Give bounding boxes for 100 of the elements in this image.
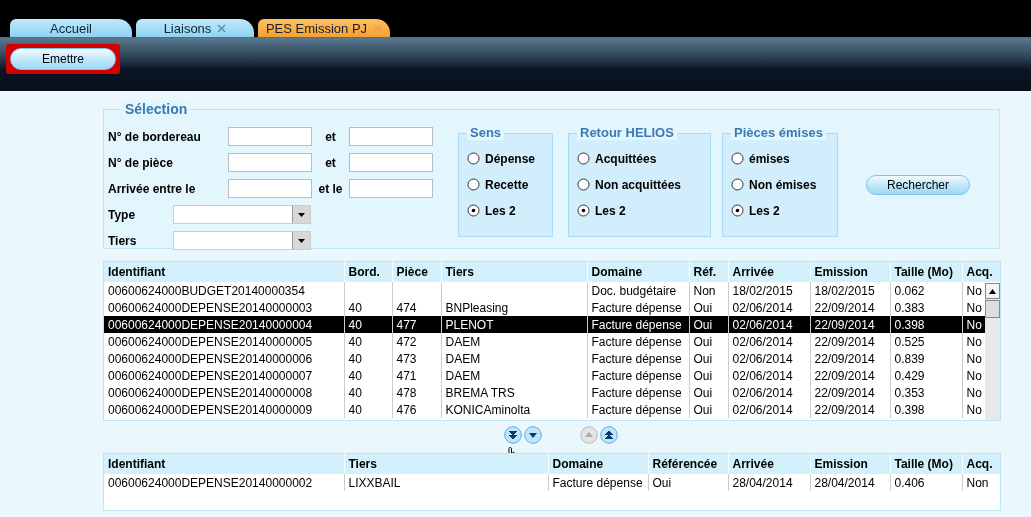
column-header[interactable]: Identifiant [104, 262, 344, 282]
close-icon[interactable] [217, 23, 227, 33]
table-cell: 00600624000DEPENSE20140000005 [108, 334, 313, 349]
radio-label[interactable]: Acquittées [595, 151, 657, 166]
table-cell: 0.398 [894, 402, 925, 417]
table-cell: 40 [348, 300, 362, 315]
input-field[interactable] [349, 179, 433, 198]
column-header[interactable]: Acq. [962, 262, 1000, 282]
column-header[interactable]: Référencée [648, 454, 728, 474]
table-cell: 0.353 [894, 385, 925, 400]
up-arrow-button[interactable] [600, 426, 618, 444]
table-cell: 474 [396, 300, 417, 315]
table-cell: Facture dépense [591, 351, 682, 366]
search-button[interactable]: Rechercher [866, 175, 970, 195]
table-cell: 18/02/2015 [732, 283, 793, 298]
radio-label[interactable]: Dépense [485, 151, 536, 166]
table-cell: 40 [348, 402, 362, 417]
column-header[interactable]: Emission [810, 262, 890, 282]
radio-button[interactable] [731, 204, 744, 217]
radio-button[interactable] [467, 152, 480, 165]
column-header[interactable]: Réf. [689, 262, 728, 282]
table-cell: 22/09/2014 [814, 351, 875, 366]
radio-button[interactable] [467, 178, 480, 191]
field-label: et [324, 129, 337, 144]
table-cell: 02/06/2014 [732, 351, 793, 366]
table-cell: 0.062 [894, 283, 925, 298]
table-cell: Oui [693, 402, 713, 417]
table-cell: Non [693, 283, 716, 298]
column-header[interactable]: Identifiant [104, 454, 344, 474]
column-header[interactable]: Taille (Mo) [890, 262, 962, 282]
table-cell: Oui [693, 351, 713, 366]
tab[interactable]: Accueil [10, 19, 132, 37]
table-cell: BREMA TRS [445, 385, 515, 400]
table-cell: DAEM [445, 368, 481, 383]
table-cell: No [966, 334, 982, 349]
column-header[interactable]: Taille (Mo) [890, 454, 962, 474]
group-title: Retour HELIOS [577, 125, 677, 140]
radio-label[interactable]: Les 2 [595, 203, 626, 218]
table-cell: Oui [693, 317, 713, 332]
table-cell: 40 [348, 334, 362, 349]
radio-button[interactable] [577, 152, 590, 165]
selected-row[interactable]: 00600624000DEPENSE20140000004 40 477 PLENOT Facture dépense Oui 02/06/2014 22/09/2014 0.398 No [104, 316, 1000, 333]
table-cell: 476 [396, 402, 417, 417]
table-cell: Oui [693, 334, 713, 349]
radio-label[interactable]: émises [749, 151, 790, 166]
radio-button[interactable] [467, 204, 480, 217]
table-cell: 02/06/2014 [732, 300, 793, 315]
column-header[interactable]: Tiers [344, 454, 548, 474]
table-cell: 40 [348, 385, 362, 400]
table-cell: 00600624000DEPENSE20140000007 [108, 368, 313, 383]
table-row[interactable]: 00600624000DEPENSE20140000002 LIXXBAIL Facture dépense Oui 28/04/2014 28/04/2014 0.406 Non [104, 474, 1000, 491]
table-cell: 00600624000DEPENSE20140000002 [108, 475, 313, 490]
table-cell: Oui [693, 368, 713, 383]
table-cell: 473 [396, 351, 417, 366]
column-header[interactable]: Emission [810, 454, 890, 474]
column-header[interactable]: Tiers [441, 262, 587, 282]
down-arrow-button[interactable] [524, 426, 542, 444]
radio-button[interactable] [731, 178, 744, 191]
table-cell: 00600624000DEPENSE20140000009 [108, 402, 313, 417]
table-cell: Oui [652, 475, 672, 490]
table-cell: 02/06/2014 [732, 334, 793, 349]
table-cell: DAEM [445, 334, 481, 349]
radio-label[interactable]: Non acquittées [595, 177, 681, 192]
radio-label[interactable]: Les 2 [485, 203, 516, 218]
table-cell: 22/09/2014 [814, 300, 875, 315]
input-field[interactable] [349, 127, 433, 146]
down-arrow-button[interactable] [504, 426, 522, 444]
tab[interactable]: Liaisons [136, 19, 254, 37]
table-cell: No [966, 402, 982, 417]
input-field[interactable] [228, 179, 312, 198]
tab[interactable]: PES Emission PJ [258, 19, 390, 37]
radio-label[interactable]: Non émises [749, 177, 817, 192]
column-header[interactable]: Acq. [962, 454, 1000, 474]
table-cell: 02/06/2014 [732, 317, 793, 332]
table-cell: 22/09/2014 [814, 385, 875, 400]
column-header[interactable]: Arrivée [728, 454, 810, 474]
table-cell: No [966, 385, 982, 400]
group-title: Pièces émises [731, 125, 826, 140]
column-header[interactable]: Domaine [548, 454, 648, 474]
field-label: Arrivée entre le [108, 181, 197, 196]
field-label: Tiers [108, 233, 138, 248]
table-cell: 18/02/2015 [814, 283, 875, 298]
column-header[interactable]: Pièce [392, 262, 441, 282]
input-field[interactable] [349, 153, 433, 172]
radio-button[interactable] [731, 152, 744, 165]
column-header[interactable]: Domaine [587, 262, 689, 282]
radio-label[interactable]: Les 2 [749, 203, 780, 218]
scrollbar[interactable] [985, 283, 1000, 420]
column-header[interactable]: Bord. [344, 262, 392, 282]
input-field[interactable] [228, 127, 312, 146]
radio-button[interactable] [577, 178, 590, 191]
group-title: Sens [467, 125, 505, 140]
radio-label[interactable]: Recette [485, 177, 529, 192]
column-header[interactable]: Arrivée [728, 262, 810, 282]
input-field[interactable] [228, 153, 312, 172]
emit-button[interactable]: Emettre [10, 48, 116, 70]
table-cell: No [966, 283, 982, 298]
radio-button[interactable] [577, 204, 590, 217]
table-cell: LIXXBAIL [348, 475, 401, 490]
table-cell: KONICAminolta [445, 402, 531, 417]
